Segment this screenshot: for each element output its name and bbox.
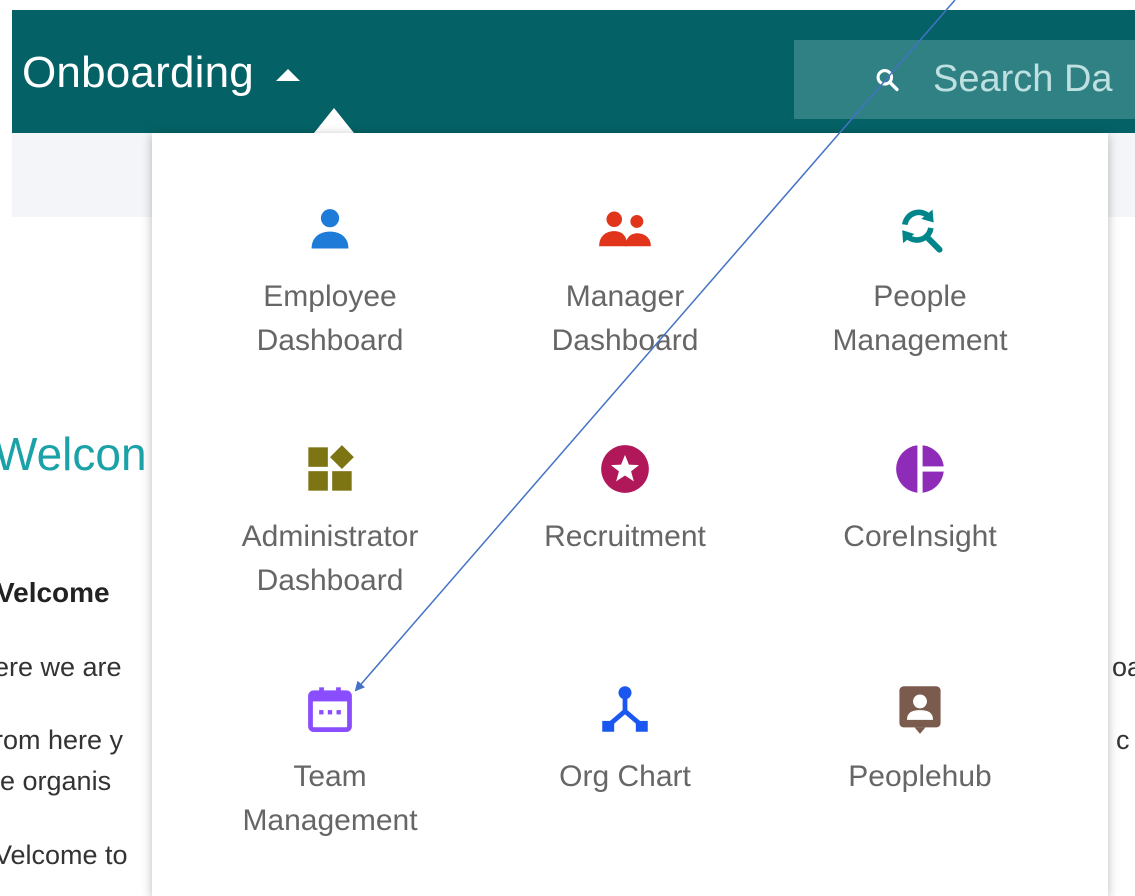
star-circle-icon: [601, 445, 649, 493]
app-tile-label: Recruitment: [544, 520, 706, 553]
caret-up-icon: [275, 69, 300, 81]
refresh-search-icon: [902, 209, 943, 253]
app-header: Onboarding: [12, 10, 1135, 133]
app-tile-administrator-dashboard[interactable]: Administrator Dashboard: [180, 443, 480, 603]
paragraph-line: ie organis: [0, 766, 112, 796]
org-chart-icon: [602, 686, 648, 732]
app-title: Onboarding: [22, 48, 254, 97]
paragraph-line: ere we are: [0, 652, 122, 682]
app-tile-label: People Management: [832, 280, 1008, 357]
app-tile-employee-dashboard[interactable]: Employee Dashboard: [180, 203, 480, 363]
app-tile-label: Employee Dashboard: [256, 280, 404, 357]
welcome-subheading: Velcome: [0, 577, 110, 608]
search-icon: [876, 68, 899, 91]
app-tile-peoplehub[interactable]: Peoplehub: [770, 683, 1070, 799]
paragraph-line: Velcome to: [0, 840, 128, 870]
app-tile-label: Org Chart: [559, 760, 691, 793]
app-tile-manager-dashboard[interactable]: Manager Dashboard: [475, 203, 775, 363]
app-tile-label: CoreInsight: [843, 520, 997, 553]
app-tile-label: Manager Dashboard: [551, 280, 699, 357]
search-box[interactable]: [794, 40, 1135, 119]
app-switcher-menu: Employee Dashboard Manager Dashboard Peo…: [152, 133, 1108, 896]
app-tile-label: Administrator Dashboard: [241, 520, 419, 597]
app-tile-label: Team Management: [242, 760, 418, 837]
pie-chart-icon: [896, 443, 946, 495]
app-tile-recruitment[interactable]: Recruitment: [475, 443, 775, 559]
app-tile-coreinsight[interactable]: CoreInsight: [770, 443, 1070, 559]
calendar-icon: [308, 687, 352, 732]
app-tile-people-management[interactable]: People Management: [770, 203, 1070, 363]
paragraph-line-tail: c: [1116, 725, 1130, 755]
contact-card-icon: [899, 686, 941, 734]
app-tile-team-management[interactable]: Team Management: [180, 683, 480, 843]
person-icon: [311, 209, 349, 249]
app-tile-label: Peoplehub: [848, 760, 992, 793]
app-tile-org-chart[interactable]: Org Chart: [475, 683, 775, 799]
page-heading: Welcon: [0, 428, 147, 480]
widgets-icon: [308, 445, 354, 491]
paragraph-line: rom here y: [0, 725, 124, 755]
dropdown-pointer: [314, 108, 354, 133]
paragraph-line-tail: oa: [1112, 652, 1135, 682]
app-switcher-button[interactable]: Onboarding: [22, 48, 300, 98]
top-strip: [0, 0, 1135, 10]
search-input[interactable]: [931, 57, 1135, 102]
people-icon: [599, 211, 651, 247]
